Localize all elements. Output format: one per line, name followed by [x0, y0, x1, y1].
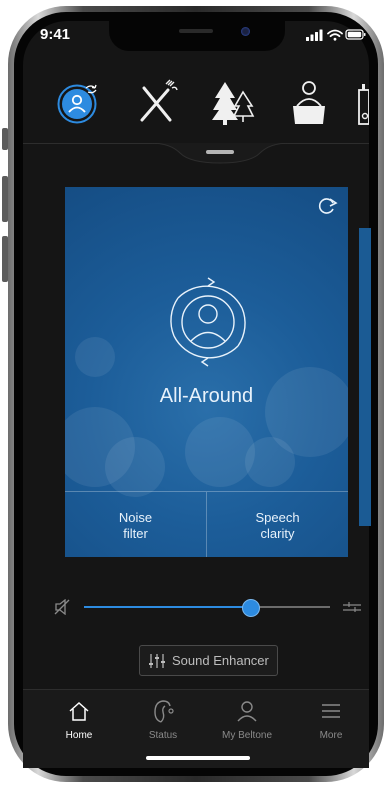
tab-status[interactable]: Status [123, 696, 203, 746]
program-title: All-Around [159, 385, 254, 407]
side-button [2, 128, 8, 150]
bokeh-light [265, 367, 348, 457]
bokeh-light [185, 417, 255, 487]
status-icons [306, 29, 366, 41]
menu-icon [322, 704, 340, 718]
sliders-icon [149, 654, 165, 668]
program-icons-row [23, 76, 369, 134]
tab-label: Status [148, 730, 178, 741]
signal-icon [306, 29, 323, 41]
program-restaurant-icon[interactable] [130, 76, 182, 128]
tab-home[interactable]: Home [39, 696, 119, 746]
noise-filter-button[interactable]: Noise filter [65, 510, 206, 542]
sound-enhancer-button[interactable]: Sound Enhancer [139, 645, 278, 676]
all-around-program-icon [170, 277, 246, 367]
hearing-aid-icon [154, 700, 174, 723]
battery-icon [345, 29, 366, 40]
tab-label: My Beltone [221, 730, 273, 741]
volume-track [251, 606, 330, 608]
speech-clarity-button[interactable]: Speech clarity [207, 510, 348, 542]
bokeh-light [75, 337, 115, 377]
tab-label: More [319, 730, 343, 741]
program-all-around-icon[interactable] [53, 76, 105, 128]
program-tv-icon[interactable] [355, 76, 369, 128]
program-outdoor-icon[interactable] [207, 76, 259, 128]
side-button [2, 236, 8, 282]
home-icon [69, 701, 89, 721]
refresh-icon[interactable] [315, 195, 339, 215]
card-controls: Noise filter Speech clarity [65, 491, 348, 557]
mute-icon[interactable] [54, 599, 72, 615]
volume-slider[interactable] [48, 593, 370, 621]
person-icon [237, 701, 257, 722]
sound-enhancer-label: Sound Enhancer [172, 653, 269, 668]
notch [109, 21, 285, 51]
home-indicator [146, 756, 250, 760]
speaker-grille [179, 29, 213, 33]
tab-my-beltone[interactable]: My Beltone [207, 696, 287, 746]
drawer-handle[interactable] [150, 143, 290, 167]
status-time: 9:41 [40, 26, 71, 43]
side-button [2, 176, 8, 222]
tab-more[interactable]: More [291, 696, 371, 746]
program-speaker-icon[interactable] [283, 76, 335, 128]
bokeh-light [105, 437, 165, 497]
wifi-icon [327, 29, 343, 41]
tab-label: Home [65, 730, 93, 741]
program-card[interactable]: All-Around Noise filter Speech clarity [65, 187, 348, 557]
volume-thumb[interactable] [242, 599, 261, 617]
volume-track-fill [84, 606, 252, 608]
next-program-card[interactable] [359, 228, 371, 526]
camera-icon [241, 27, 250, 36]
equalizer-icon[interactable] [342, 602, 362, 614]
